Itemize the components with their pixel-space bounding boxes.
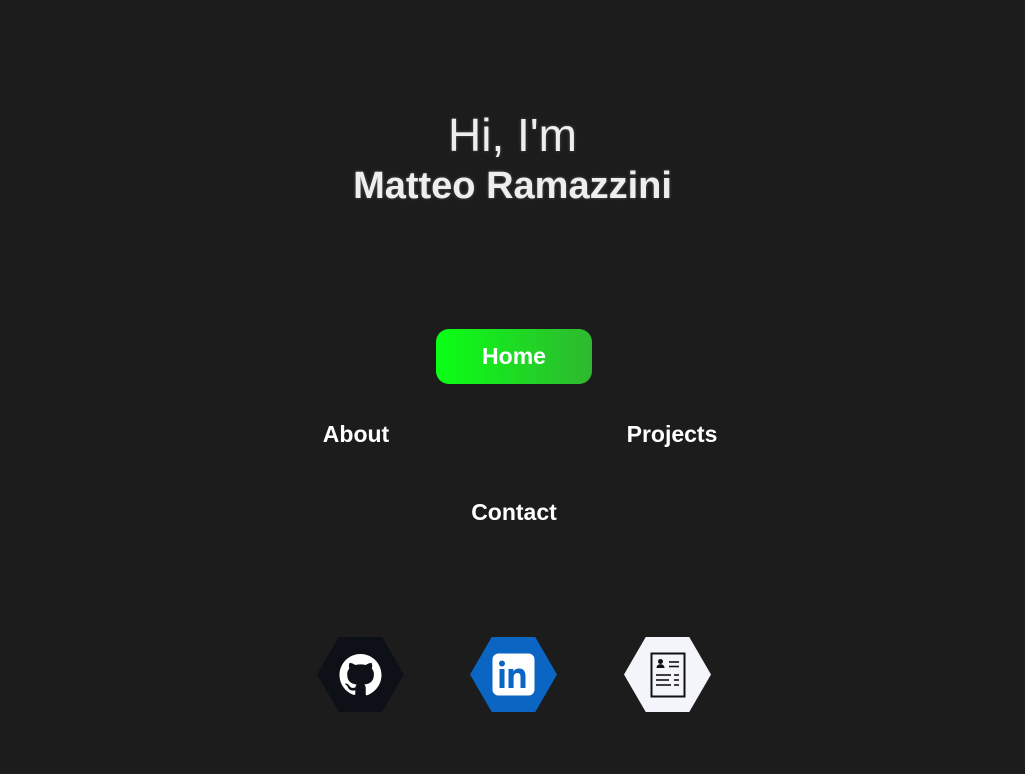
- hero-heading: Hi, I'm Matteo Ramazzini: [0, 106, 1025, 208]
- resume-icon: [624, 637, 711, 712]
- nav-contact-link[interactable]: Contact: [449, 496, 579, 528]
- linkedin-link[interactable]: [470, 637, 557, 712]
- github-icon: [317, 637, 404, 712]
- nav-projects-link[interactable]: Projects: [606, 418, 738, 450]
- hero-greeting: Hi, I'm: [448, 109, 577, 161]
- resume-link[interactable]: [624, 637, 711, 712]
- nav-about-link[interactable]: About: [296, 418, 416, 450]
- hero-name: Matteo Ramazzini: [353, 165, 672, 207]
- linkedin-icon: [470, 637, 557, 712]
- github-link[interactable]: [317, 637, 404, 712]
- nav-home-button[interactable]: Home: [436, 329, 592, 384]
